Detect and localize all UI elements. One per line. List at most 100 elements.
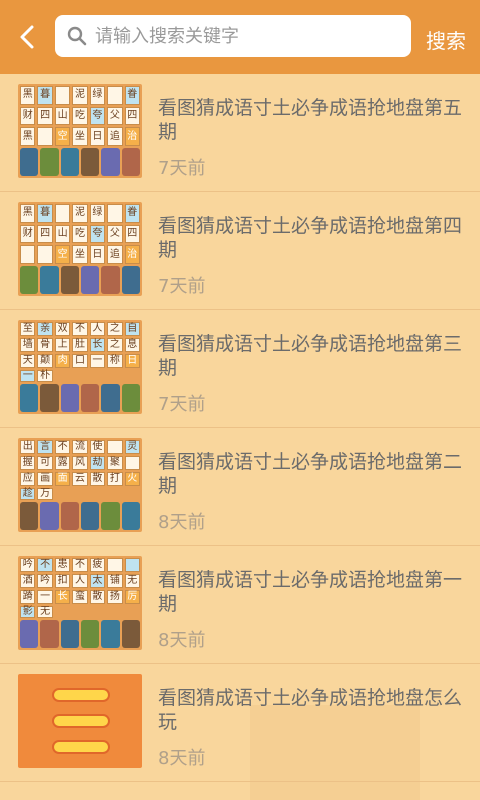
thumbnail-cell: 四 bbox=[124, 106, 140, 126]
search-button[interactable]: 搜索 bbox=[426, 25, 466, 54]
thumbnail-cell: 财 bbox=[20, 224, 36, 244]
thumbnail-cell: 暮 bbox=[37, 86, 53, 105]
thumbnail-cell: 握 bbox=[20, 456, 36, 470]
article-thumbnail bbox=[18, 674, 142, 768]
list-item[interactable]: 黑暮泥绿眷财四山吃夸父四黑空坐日追治看图猜成语寸土必争成语抢地盘第五期 7天前 bbox=[0, 74, 480, 192]
thumbnail-cell: 泥 bbox=[72, 204, 88, 223]
article-title: 看图猜成语寸土必争成语抢地盘第四期 bbox=[158, 215, 463, 261]
thumbnail-characters bbox=[20, 148, 140, 176]
list-item[interactable]: 吟不患不疲酒吟扣人太铺无蹐一长蛮散扬厉影无看图猜成语寸土必争成语抢地盘第一期 8天… bbox=[0, 546, 480, 664]
character-avatar bbox=[101, 266, 120, 294]
character-avatar bbox=[80, 620, 100, 648]
list-item[interactable]: 出言不流使 灵握可露风劫聚应画面云散打火趁万 看图猜成语寸土必争成语抢地盘第二期 8天… bbox=[0, 428, 480, 546]
thumbnail-cell: 铺 bbox=[107, 574, 123, 588]
thumbnail-cell: 使 bbox=[89, 440, 106, 454]
search-box[interactable] bbox=[55, 15, 411, 57]
thumbnail-cell: 吃 bbox=[72, 106, 88, 126]
thumbnail-cell: 黑 bbox=[20, 86, 36, 105]
thumbnail-cell: 山 bbox=[54, 224, 71, 244]
thumbnail-cell: 长 bbox=[54, 590, 71, 604]
character-avatar bbox=[121, 620, 140, 648]
thumbnail-cell bbox=[37, 245, 53, 264]
character-avatar bbox=[40, 266, 59, 294]
article-date: 7天前 bbox=[158, 158, 206, 179]
thumbnail-cell: 夸 bbox=[89, 224, 106, 244]
list-item[interactable]: 黑暮泥绿眷财四山吃夸父四空坐日追治看图猜成语寸土必争成语抢地盘第四期 7天前 bbox=[0, 192, 480, 310]
article-thumbnail: 吟不患不疲酒吟扣人太铺无蹐一长蛮散扬厉影无 bbox=[18, 556, 142, 650]
character-avatar bbox=[80, 266, 100, 294]
thumbnail-cell: 双 bbox=[54, 322, 71, 336]
character-avatar bbox=[121, 148, 140, 176]
thumbnail-cell bbox=[54, 86, 71, 105]
thumbnail-cell: 之 bbox=[107, 338, 123, 352]
character-avatar bbox=[60, 502, 79, 530]
thumbnail-cell: 空 bbox=[54, 245, 71, 264]
list-item[interactable]: 至亲双不人之自墙骨上肚长之息天颠肉口一称日一朴看图猜成语寸土必争成语抢地盘第三期… bbox=[0, 310, 480, 428]
thumbnail-cell bbox=[107, 558, 123, 572]
thumbnail-cell: 人 bbox=[89, 322, 106, 336]
thumbnail-cell: 称 bbox=[107, 354, 123, 368]
character-avatar bbox=[101, 384, 120, 412]
thumbnail-cell: 上 bbox=[54, 338, 71, 352]
thumbnail-cell: 打 bbox=[107, 472, 123, 486]
thumbnail-cell: 画 bbox=[37, 472, 53, 486]
character-avatar bbox=[121, 502, 140, 530]
thumbnail-cell: 影 bbox=[20, 606, 36, 618]
thumbnail-cell: 墙 bbox=[20, 338, 36, 352]
thumbnail-cell: 吟 bbox=[37, 574, 53, 588]
thumbnail-cell bbox=[107, 204, 123, 223]
article-title: 看图猜成语寸土必争成语抢地盘第三期 bbox=[158, 333, 463, 379]
thumbnail-cell: 空 bbox=[54, 127, 71, 146]
thumbnail-cell: 不 bbox=[72, 322, 88, 336]
thumbnail-cell: 治 bbox=[124, 245, 140, 264]
thumbnail-cell: 面 bbox=[54, 472, 71, 486]
thumbnail-cell: 万 bbox=[37, 488, 53, 500]
character-avatar bbox=[101, 502, 120, 530]
thumbnail-cell: 山 bbox=[54, 106, 71, 126]
thumbnail-cell: 息 bbox=[124, 338, 140, 352]
article-date: 7天前 bbox=[158, 276, 206, 297]
list-item[interactable]: 看图猜成语寸土必争成语抢地盘怎么玩 8天前 bbox=[0, 664, 480, 782]
thumbnail-cell: 一 bbox=[20, 370, 36, 382]
character-avatar bbox=[80, 148, 100, 176]
thumbnail-cell: 无 bbox=[124, 574, 140, 588]
thumbnail-cell: 疲 bbox=[89, 558, 106, 572]
article-date: 7天前 bbox=[158, 394, 206, 415]
thumbnail-cell bbox=[37, 127, 53, 146]
thumbnail-cell bbox=[20, 245, 36, 264]
article-thumbnail: 出言不流使 灵握可露风劫聚应画面云散打火趁万 bbox=[18, 438, 142, 532]
thumbnail-cell: 不 bbox=[72, 558, 88, 572]
thumbnail-cell: 肚 bbox=[72, 338, 88, 352]
search-input[interactable] bbox=[93, 24, 387, 48]
thumbnail-cell: 日 bbox=[124, 354, 140, 368]
article-thumbnail: 至亲双不人之自墙骨上肚长之息天颠肉口一称日一朴 bbox=[18, 320, 142, 414]
character-avatar bbox=[60, 148, 79, 176]
thumbnail-cell: 之 bbox=[107, 322, 123, 336]
thumbnail-cell: 朴 bbox=[37, 370, 53, 382]
article-list: 黑暮泥绿眷财四山吃夸父四黑空坐日追治看图猜成语寸土必争成语抢地盘第五期 7天前黑暮… bbox=[0, 74, 480, 782]
thumbnail-cell: 绿 bbox=[89, 86, 106, 105]
thumbnail-cell: 亲 bbox=[37, 322, 53, 336]
thumbnail-cell: 火 bbox=[124, 472, 140, 486]
search-icon bbox=[67, 26, 87, 46]
thumbnail-cell: 日 bbox=[89, 127, 106, 146]
character-avatar bbox=[80, 502, 100, 530]
thumbnail-cell: 蹐 bbox=[20, 590, 36, 604]
thumbnail-cell bbox=[124, 558, 140, 572]
thumbnail-cell: 可 bbox=[37, 456, 53, 470]
thumbnail-cell: 坐 bbox=[72, 127, 88, 146]
article-thumbnail: 黑暮泥绿眷财四山吃夸父四黑空坐日追治 bbox=[18, 84, 142, 178]
character-avatar bbox=[40, 148, 59, 176]
thumbnail-cell: 聚 bbox=[107, 456, 123, 470]
thumbnail-cell: 散 bbox=[89, 590, 106, 604]
character-avatar bbox=[20, 266, 39, 294]
character-avatar bbox=[40, 384, 59, 412]
back-button[interactable] bbox=[12, 22, 42, 52]
thumbnail-cell: 太 bbox=[89, 574, 106, 588]
thumbnail-cell: 父 bbox=[107, 224, 123, 244]
thumbnail-cell: 云 bbox=[72, 472, 88, 486]
character-avatar bbox=[121, 266, 140, 294]
thumbnail-cell: 出 bbox=[20, 440, 36, 454]
thumbnail-cell: 四 bbox=[124, 224, 140, 244]
chevron-left-icon bbox=[20, 25, 34, 49]
